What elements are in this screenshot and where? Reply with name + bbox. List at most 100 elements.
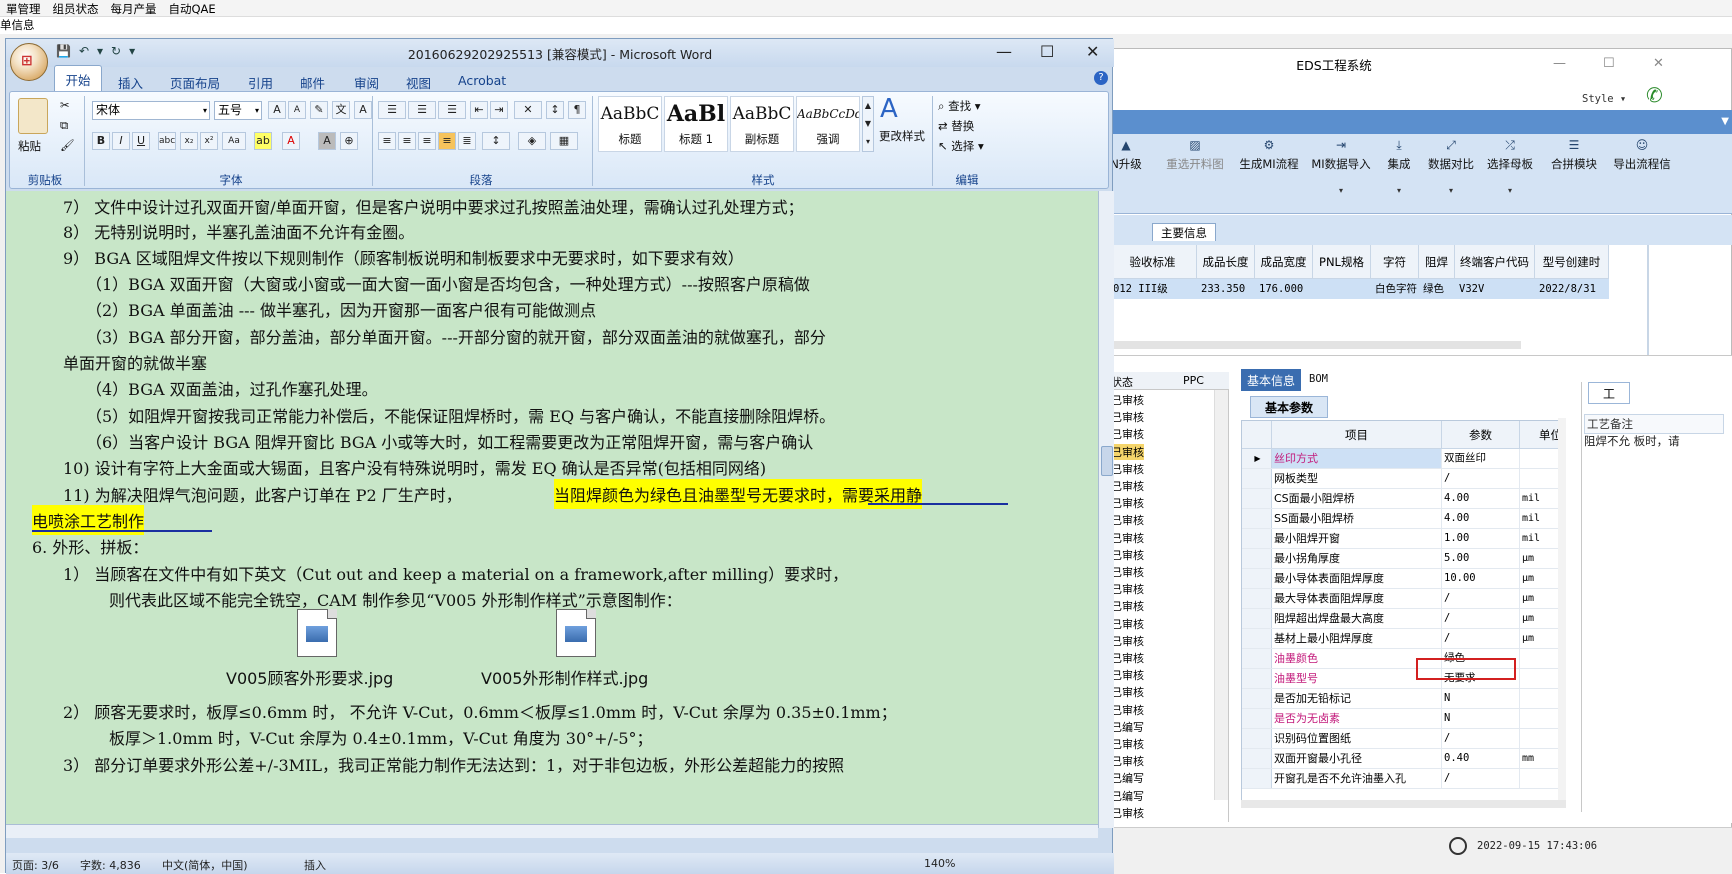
table-row[interactable]: 阻焊超出焊盘最大高度/μmY xyxy=(1242,609,1565,629)
horizontal-scrollbar[interactable] xyxy=(1109,341,1521,349)
table-row[interactable]: 基材上最小阻焊厚度/μmY xyxy=(1242,629,1565,649)
chevron-down-icon[interactable]: ▾ xyxy=(1425,186,1477,195)
horizontal-scrollbar[interactable] xyxy=(1241,800,1566,808)
tab-home[interactable]: 开始 xyxy=(54,65,102,91)
maximize-icon[interactable]: ☐ xyxy=(1603,56,1615,71)
numbering-icon[interactable]: ☰ xyxy=(408,101,436,119)
close-icon[interactable]: ✕ xyxy=(1653,56,1664,71)
superscript-icon[interactable]: x² xyxy=(200,132,218,150)
tab-page-layout[interactable]: 页面布局 xyxy=(170,73,220,92)
font-color-icon[interactable]: A xyxy=(282,132,300,150)
style-emphasis[interactable]: AaBbCcDd 强调 xyxy=(796,96,860,152)
table-row[interactable]: 最小阻焊开窗1.00milY xyxy=(1242,529,1565,549)
list-item[interactable]: 已审核 xyxy=(1111,495,1144,511)
italic-icon[interactable]: I xyxy=(112,132,130,150)
list-item[interactable]: 已审核 xyxy=(1111,409,1144,425)
font-name-box[interactable]: 宋体 ▾ xyxy=(92,101,210,120)
table-row[interactable]: 网板类型/Y xyxy=(1242,469,1565,489)
increase-indent-icon[interactable]: ⇥ xyxy=(490,101,508,119)
table-row[interactable]: 油墨颜色绿色Y xyxy=(1242,649,1565,669)
shading-icon[interactable]: ◈ xyxy=(518,132,546,150)
col-header[interactable]: 字符 xyxy=(1371,245,1419,279)
enclose-char-icon[interactable]: ⊕ xyxy=(340,132,358,150)
tab-insert[interactable]: 插入 xyxy=(118,73,143,92)
toolbar-select-motherboard-button[interactable]: ⤮ 选择母板 ▾ xyxy=(1483,138,1537,195)
bg-menu-item[interactable]: 组员状态 xyxy=(47,0,105,16)
word-count[interactable]: 字数: 4,836 xyxy=(80,857,141,873)
tab-basic-params[interactable]: 基本参数 xyxy=(1250,396,1329,418)
list-item[interactable]: 已审核 xyxy=(1111,547,1144,563)
col-header[interactable]: 阻焊 xyxy=(1419,245,1455,279)
line-spacing-icon[interactable]: ↕ xyxy=(482,132,510,150)
vertical-scrollbar[interactable] xyxy=(1558,418,1566,806)
paste-button[interactable]: 粘贴 xyxy=(18,138,41,154)
tab-main-info[interactable]: 主要信息 xyxy=(1152,223,1216,241)
table-row[interactable]: 双面开窗最小孔径0.40mmY xyxy=(1242,749,1565,769)
table-row[interactable]: ▶丝印方式双面丝印Y xyxy=(1242,449,1565,469)
col-header[interactable]: 型号创建时 xyxy=(1535,245,1609,279)
show-marks-icon[interactable]: ¶ xyxy=(568,101,586,119)
list-item[interactable]: 已编写 xyxy=(1111,770,1144,786)
attachment-label[interactable]: V005顾客外形要求.jpg xyxy=(226,665,393,689)
select-button[interactable]: ↖ 选择 ▾ xyxy=(938,138,984,154)
list-item[interactable]: 已审核 xyxy=(1111,736,1144,752)
tab-references[interactable]: 引用 xyxy=(248,73,273,92)
justify-icon[interactable]: ≡ xyxy=(438,132,456,150)
horizontal-scrollbar[interactable] xyxy=(6,824,1098,838)
minimize-icon[interactable]: — xyxy=(996,42,1012,61)
col-header[interactable]: 参数 xyxy=(1442,421,1520,449)
close-icon[interactable]: ✕ xyxy=(1086,42,1099,61)
chevron-down-icon[interactable]: ▾ xyxy=(1379,186,1419,195)
cut-icon[interactable]: ✂ xyxy=(60,98,70,112)
toolbar-merge-button[interactable]: ☰ 合拼模块 xyxy=(1547,138,1601,172)
col-header[interactable]: 验收标准 xyxy=(1109,245,1197,279)
list-item[interactable]: 已审核 xyxy=(1111,581,1144,597)
toolbar-upgrade-button[interactable]: ▲ N升级 xyxy=(1109,138,1143,172)
help-icon[interactable]: ? xyxy=(1094,71,1108,85)
zoom-level[interactable]: 140% xyxy=(924,857,955,870)
undo-icon[interactable]: ↶ xyxy=(79,44,89,58)
find-button[interactable]: ⌕ 查找 ▾ xyxy=(938,98,981,114)
borders-icon[interactable]: ▦ xyxy=(550,132,578,150)
tab-mailings[interactable]: 邮件 xyxy=(300,73,325,92)
table-row[interactable]: 是否加无铅标记NY xyxy=(1242,689,1565,709)
clear-format-icon[interactable]: ✎ xyxy=(310,101,328,119)
language-indicator[interactable]: 中文(简体，中国) xyxy=(162,857,248,873)
paste-icon[interactable] xyxy=(18,98,48,134)
change-styles-icon[interactable]: A xyxy=(880,94,898,124)
replace-button[interactable]: ⇄ 替换 xyxy=(938,118,974,134)
attachment-label[interactable]: V005外形制作样式.jpg xyxy=(481,665,648,689)
subscript-icon[interactable]: x₂ xyxy=(180,132,198,150)
phone-icon[interactable]: ✆ xyxy=(1646,83,1663,107)
tab-basic-info[interactable]: 基本信息 xyxy=(1241,369,1302,391)
vertical-scrollbar[interactable] xyxy=(1098,191,1114,828)
chevron-down-icon[interactable]: ▾ xyxy=(97,44,103,58)
table-row[interactable]: SS面最小阻焊桥4.00milY xyxy=(1242,509,1565,529)
table-row[interactable]: 012 III级 233.350 176.000 白色字符 绿色 V32V 20… xyxy=(1109,279,1609,299)
tab-view[interactable]: 视图 xyxy=(406,73,431,92)
image-file-icon[interactable] xyxy=(297,609,337,657)
chevron-down-icon[interactable]: ▾ xyxy=(1309,186,1373,195)
font-size-box[interactable]: 五号 ▾ xyxy=(214,101,262,120)
chevron-down-icon[interactable]: ▼ xyxy=(1721,116,1729,127)
list-item[interactable]: 已审核 xyxy=(1111,461,1144,477)
chevron-down-icon[interactable]: ▾ xyxy=(1483,186,1537,195)
strikethrough-icon[interactable]: abc xyxy=(158,132,176,150)
table-row[interactable]: 油墨型号无要求Y xyxy=(1242,669,1565,689)
multilevel-list-icon[interactable]: ☰ xyxy=(438,101,466,119)
list-item[interactable]: 已审核 xyxy=(1111,753,1144,769)
list-item[interactable]: 已审核 xyxy=(1111,805,1144,821)
minimize-icon[interactable]: — xyxy=(1553,56,1566,71)
tab-review[interactable]: 审阅 xyxy=(354,73,379,92)
list-item[interactable]: 已审核 xyxy=(1111,667,1144,683)
style-heading1[interactable]: AaBl 标题 1 xyxy=(664,96,728,152)
distribute-icon[interactable]: ≣ xyxy=(458,132,476,150)
table-row[interactable]: 开窗孔是否不允许油墨入孔/Y xyxy=(1242,769,1565,789)
col-header[interactable]: 项目 xyxy=(1272,421,1442,449)
change-case-icon[interactable]: Aa xyxy=(222,132,246,150)
tab-acrobat[interactable]: Acrobat xyxy=(458,73,506,88)
style-dropdown[interactable]: Style ▾ xyxy=(1582,93,1626,105)
underline-icon[interactable]: U xyxy=(132,132,150,150)
list-item[interactable]: 已编写 xyxy=(1111,719,1144,735)
redo-icon[interactable]: ↻ xyxy=(111,44,121,58)
